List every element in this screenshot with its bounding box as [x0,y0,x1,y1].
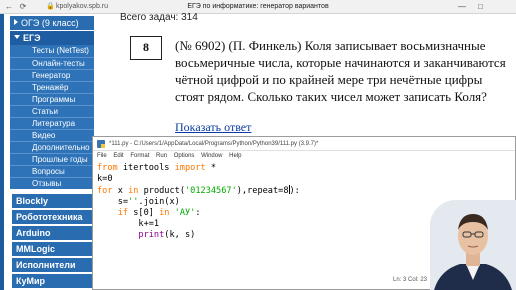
total-tasks-label: Всего задач: 314 [120,12,198,23]
sidebar-item-reviews[interactable]: Отзывы [10,177,94,189]
screen: { "browser": { "url": "kpolyakov.spb.ru"… [0,0,516,290]
minimize-button[interactable]: — [458,1,466,13]
show-answer-link[interactable]: Показать ответ [175,120,251,135]
sidebar-item-additional[interactable]: Дополнительно [10,141,94,153]
sidebar-section-blockly[interactable]: Blockly [12,194,95,208]
status-bar: Ln: 3 Col: 23 [393,277,428,283]
menu-window[interactable]: Window [201,153,222,159]
sidebar-item-video[interactable]: Видео [10,129,94,141]
menu-run[interactable]: Run [156,153,167,159]
sidebar-item-trainer[interactable]: Тренажёр [10,81,94,93]
idle-menu-bar: File Edit Format Run Options Window Help [93,151,515,162]
sidebar-item-ege[interactable]: ЕГЭ [10,31,94,45]
menu-file[interactable]: File [97,153,107,159]
idle-title-bar: *111.py - C:/Users/1/AppData/Local/Progr… [93,137,515,151]
menu-edit[interactable]: Edit [113,153,123,159]
idle-window-title: *111.py - C:/Users/1/AppData/Local/Progr… [109,141,319,147]
sidebar-section-executors[interactable]: Исполнители [12,258,95,272]
menu-options[interactable]: Options [174,153,195,159]
task-number-badge: 8 [130,36,162,60]
task-text: (№ 6902) (П. Финкель) Коля записывает во… [175,38,506,104]
chevron-down-icon [14,35,20,39]
sidebar-item-literature[interactable]: Литература [10,117,94,129]
menu-help[interactable]: Help [229,153,241,159]
sidebar-item-questions[interactable]: Вопросы [10,165,94,177]
sidebar-edge [0,14,4,290]
sidebar-section-kumir[interactable]: КуМир [12,274,95,288]
text-cursor [288,185,290,194]
chevron-right-icon [14,19,18,25]
sidebar-item-articles[interactable]: Статьи [10,105,94,117]
sidebar-item-tests[interactable]: Тесты (NetTest) [10,45,94,57]
sidebar-item-online-tests[interactable]: Онлайн-тесты [10,57,94,69]
sidebar-item-programs[interactable]: Программы [10,93,94,105]
sidebar-item-label: ЕГЭ [23,33,41,43]
sidebar-section-mmlogic[interactable]: MMLogic [12,242,95,256]
sidebar-item-generator[interactable]: Генератор [10,69,94,81]
sidebar-section-robotics[interactable]: Робототехника [12,210,95,224]
sidebar-item-oge[interactable]: ОГЭ (9 класс) [10,16,94,30]
browser-toolbar: ← ⟳ 🔒 kpolyakov.spb.ru ЕГЭ по информатик… [0,0,516,14]
python-icon [97,140,105,148]
sidebar-section-arduino[interactable]: Arduino [12,226,95,240]
sidebar-item-label: ОГЭ (9 класс) [21,18,79,28]
maximize-button[interactable]: □ [478,1,483,13]
sidebar-item-past-years[interactable]: Прошлые годы [10,153,94,165]
presenter-image [430,200,516,290]
webcam-overlay [430,200,516,290]
page-title: ЕГЭ по информатике: генератор вариантов [187,3,329,10]
code-editor[interactable]: from itertools import * k=0 for x in pro… [97,163,427,241]
menu-format[interactable]: Format [130,153,149,159]
